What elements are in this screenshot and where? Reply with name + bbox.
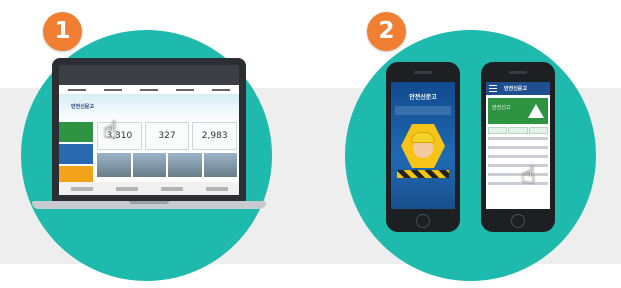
nav-item	[176, 88, 194, 91]
app-tab[interactable]	[528, 127, 548, 134]
hamburger-menu-icon[interactable]	[489, 85, 497, 92]
app-list	[488, 137, 548, 197]
footer-logo	[70, 186, 93, 191]
stat-complete: 2,983	[192, 122, 238, 150]
nav-item	[68, 88, 86, 91]
photo-thumbnail	[203, 153, 237, 177]
nav-item	[212, 88, 230, 91]
footer-logo	[160, 186, 183, 191]
step-2-circle	[345, 30, 596, 281]
app-tab[interactable]	[508, 127, 528, 134]
footer-logo	[115, 186, 138, 191]
app-title: 안전신문고	[504, 86, 528, 92]
side-app-tile	[59, 144, 93, 164]
website-side-menu	[59, 122, 93, 188]
step-1-badge: 1	[43, 12, 82, 51]
stat-processing: 327	[144, 122, 190, 150]
list-item[interactable]	[488, 137, 548, 140]
splash-logo: 안전신문고	[409, 94, 437, 101]
step-2-badge: 2	[367, 12, 406, 51]
nav-item	[104, 88, 122, 91]
laptop-notch	[129, 201, 169, 204]
hand-pointer-icon: ☝	[103, 116, 118, 144]
hand-pointer-icon: ☝	[521, 161, 536, 189]
app-screen: 안전신문고 안전신고	[486, 82, 550, 209]
worker-helmet	[411, 132, 435, 143]
photo-thumbnail	[97, 153, 131, 177]
photo-thumbnail	[132, 153, 166, 177]
phone-speaker	[414, 71, 432, 74]
app-tab[interactable]	[488, 127, 508, 134]
website-footer	[59, 182, 239, 195]
list-item[interactable]	[488, 164, 548, 167]
laptop-screen: 안전신문고 3,310 327 2,983	[59, 65, 239, 195]
list-item[interactable]	[488, 173, 548, 176]
phone-home-button	[511, 214, 525, 228]
website-stats: 3,310 327 2,983	[97, 122, 238, 150]
website-brand: 안전신문고	[71, 104, 95, 110]
warning-triangle-icon	[528, 104, 544, 118]
side-report-tile	[59, 122, 93, 142]
phone-splash: 안전신문고	[386, 62, 460, 232]
list-item[interactable]	[488, 155, 548, 158]
website-banner: 안전신문고	[59, 94, 239, 122]
website-nav	[59, 85, 239, 94]
nav-item	[140, 88, 158, 91]
app-report-label: 안전신고	[492, 105, 511, 111]
list-item[interactable]	[488, 146, 548, 149]
app-header: 안전신문고	[486, 82, 550, 95]
phone-app: 안전신문고 안전신고	[481, 62, 555, 232]
app-report-card[interactable]: 안전신고	[488, 98, 548, 124]
website-photo-strip	[97, 153, 237, 177]
splash-tagline-band	[395, 106, 451, 115]
barrier-stripe	[397, 170, 449, 178]
laptop: 안전신문고 3,310 327 2,983	[52, 58, 246, 202]
app-tabs	[488, 127, 548, 134]
splash-screen: 안전신문고	[391, 82, 455, 209]
phone-home-button	[416, 214, 430, 228]
website-top-bar	[59, 65, 239, 85]
footer-logo	[205, 186, 228, 191]
list-item[interactable]	[488, 182, 548, 185]
phone-speaker	[509, 71, 527, 74]
photo-thumbnail	[168, 153, 202, 177]
